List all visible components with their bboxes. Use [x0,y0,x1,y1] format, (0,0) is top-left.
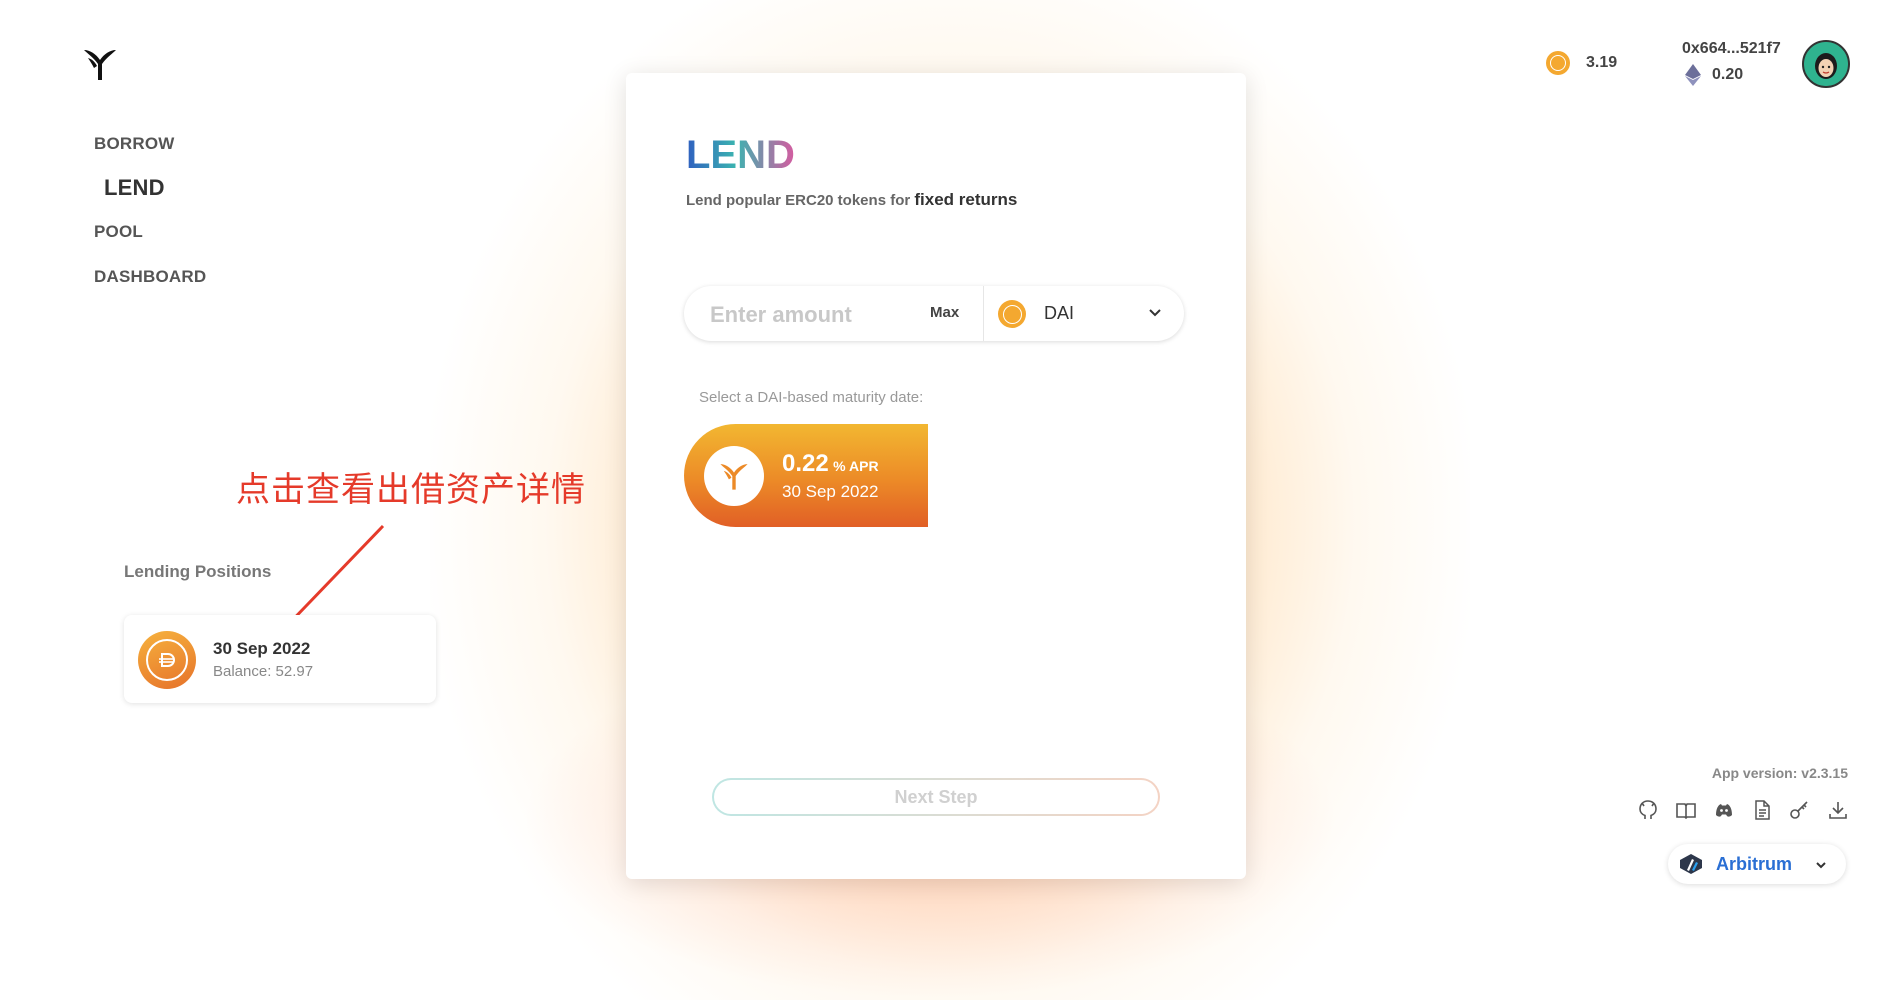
lending-position-card[interactable]: 30 Sep 2022 Balance: 52.97 [124,615,436,703]
max-button[interactable]: Max [930,304,959,321]
eth-balance: 0.20 [1712,66,1744,83]
position-date: 30 Sep 2022 [213,639,311,658]
maturity-pool-option[interactable]: 0.22 % APR 30 Sep 2022 [684,424,928,527]
github-icon[interactable] [1636,798,1660,822]
pool-apr-value: 0.22 [782,450,829,477]
network-selector[interactable]: Arbitrum [1668,844,1846,884]
nav-dashboard[interactable]: DASHBOARD [94,267,206,287]
pool-apr-unit: % APR [833,458,879,474]
download-icon[interactable] [1826,798,1850,822]
wallet-address[interactable]: 0x664...521f7 [1682,40,1781,58]
discord-icon[interactable] [1712,798,1736,822]
pool-maturity-date: 30 Sep 2022 [782,482,879,501]
lend-card: LEND Lend popular ERC20 tokens for fixed… [626,73,1246,879]
subtitle-emphasis: fixed returns [914,190,1018,209]
maturity-label: Select a DAI-based maturity date: [699,389,924,406]
nav-lend[interactable]: LEND [104,175,206,201]
amount-input[interactable] [708,286,902,343]
chevron-down-icon [1816,862,1826,869]
chevron-down-icon [1149,309,1161,317]
dai-coin-icon [998,300,1026,328]
nav-borrow[interactable]: BORROW [94,134,206,154]
app-version: App version: v2.3.15 [1711,765,1848,781]
next-step-button[interactable]: Next Step [712,778,1160,816]
dai-coin-icon [138,631,196,689]
amount-form: Max DAI [684,286,1184,343]
nav-pool[interactable]: POOL [94,222,206,242]
page-subtitle: Lend popular ERC20 tokens for fixed retu… [686,190,1017,210]
arbitrum-icon [1680,854,1702,874]
lending-positions-title: Lending Positions [124,562,272,581]
position-balance: Balance: 52.97 [213,663,313,680]
network-name: Arbitrum [1716,854,1792,874]
timeswap-logo-icon [704,446,764,506]
ethereum-icon [1685,64,1701,86]
subtitle-prefix: Lend popular ERC20 tokens for [686,192,911,209]
dai-coin-icon [1546,51,1570,75]
annotation-text: 点击查看出借资产详情 [236,470,586,510]
footer-links [1636,798,1850,822]
token-name: DAI [1044,303,1075,323]
document-icon[interactable] [1750,798,1774,822]
avatar[interactable] [1802,40,1850,88]
balance-label: Balance: [213,663,272,680]
token-select[interactable]: DAI [984,286,1184,341]
token-balance: 3.19 [1586,54,1618,71]
balance-value: 52.97 [275,663,314,680]
app-logo[interactable] [80,44,120,84]
page-title: LEND [686,133,795,177]
docs-book-icon[interactable] [1674,798,1698,822]
key-icon[interactable] [1788,798,1812,822]
pool-apr: 0.22 % APR [782,450,879,478]
main-nav: BORROW LEND POOL DASHBOARD [94,134,206,312]
